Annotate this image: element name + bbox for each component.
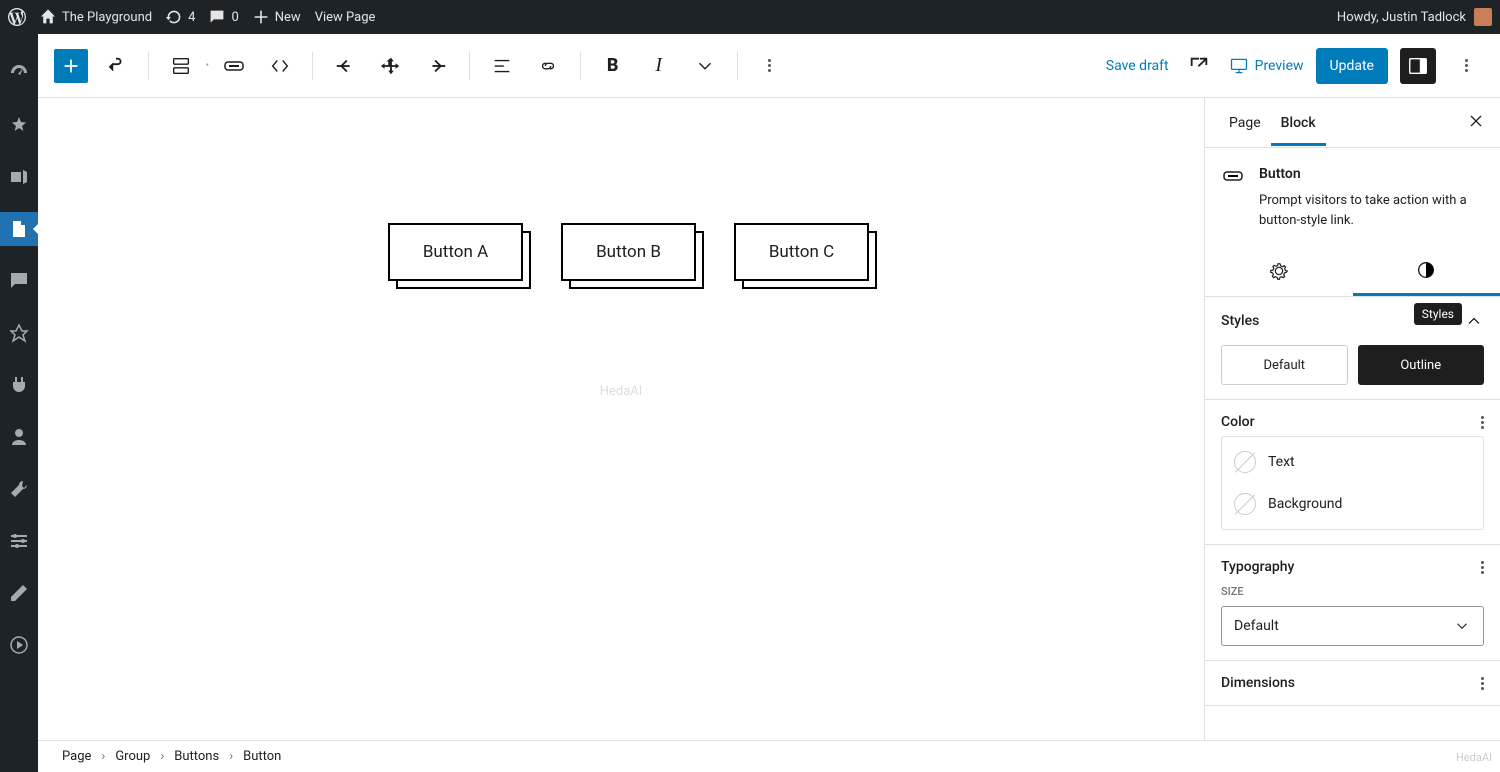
footer-watermark: HedaAI [1456, 751, 1492, 764]
block-description: Prompt visitors to take action with a bu… [1259, 191, 1484, 230]
menu-appearance[interactable] [0, 316, 38, 350]
menu-dashboard[interactable] [0, 56, 38, 90]
howdy-text[interactable]: Howdy, Justin Tadlock [1337, 10, 1466, 25]
block-breadcrumb: Page Group Buttons Button [38, 740, 1500, 772]
tab-page[interactable]: Page [1219, 101, 1271, 145]
menu-users[interactable] [0, 420, 38, 454]
dimensions-panel-head[interactable]: Dimensions [1221, 675, 1484, 691]
settings-toggle-button[interactable] [1400, 48, 1436, 84]
chevron-up-icon [1464, 311, 1484, 331]
styles-panel-toggle[interactable]: Styles Styles [1221, 311, 1484, 331]
refresh-icon [166, 9, 182, 25]
button-block-icon [1221, 164, 1245, 188]
new-link[interactable]: New [253, 9, 301, 25]
admin-bar: The Playground 4 0 New View Page Howdy, … [0, 0, 1500, 34]
color-options-button[interactable] [1481, 416, 1484, 429]
close-sidebar-button[interactable] [1466, 111, 1486, 135]
site-name: The Playground [62, 10, 152, 25]
menu-pin[interactable] [0, 108, 38, 142]
editor-canvas[interactable]: Button A Button B Button C HedaAI [38, 98, 1204, 740]
size-label: Size [1221, 585, 1484, 598]
menu-comments[interactable] [0, 264, 38, 298]
crumb-page[interactable]: Page [62, 749, 91, 764]
color-background-button[interactable]: Background [1234, 483, 1471, 525]
empty-swatch-icon [1234, 493, 1256, 515]
menu-edit[interactable] [0, 576, 38, 610]
updates-link[interactable]: 4 [166, 9, 195, 25]
block-name: Button [1259, 164, 1484, 185]
dimensions-options-button[interactable] [1481, 677, 1484, 690]
menu-play[interactable] [0, 628, 38, 662]
styles-tooltip: Styles [1414, 303, 1462, 325]
open-new-tab-button[interactable] [1181, 48, 1217, 84]
size-select[interactable]: Default [1221, 606, 1484, 646]
comments-count: 0 [231, 10, 238, 25]
typography-options-button[interactable] [1481, 561, 1484, 574]
button-a[interactable]: Button A [388, 223, 523, 281]
comments-link[interactable]: 0 [209, 9, 238, 25]
block-options-button[interactable] [752, 48, 788, 84]
plus-icon [253, 9, 269, 25]
update-button[interactable]: Update [1316, 48, 1388, 84]
move-right-button[interactable] [419, 48, 455, 84]
preview-button[interactable]: Preview [1229, 56, 1304, 76]
site-link[interactable]: The Playground [40, 9, 152, 25]
editor-options-button[interactable] [1448, 48, 1484, 84]
crumb-group[interactable]: Group [115, 749, 150, 764]
subtab-settings[interactable] [1205, 246, 1353, 296]
undo-button[interactable] [98, 48, 134, 84]
block-button-type[interactable] [216, 48, 252, 84]
tab-block[interactable]: Block [1271, 101, 1326, 146]
subtab-styles[interactable] [1353, 246, 1500, 296]
italic-button[interactable]: I [641, 48, 677, 84]
empty-swatch-icon [1234, 451, 1256, 473]
link-button[interactable] [530, 48, 566, 84]
move-left-button[interactable] [327, 48, 363, 84]
desktop-icon [1229, 56, 1249, 76]
style-outline[interactable]: Outline [1358, 345, 1485, 385]
wp-logo[interactable] [8, 8, 26, 26]
menu-tools[interactable] [0, 472, 38, 506]
menu-plugins[interactable] [0, 368, 38, 402]
watermark: HedaAI [600, 384, 643, 399]
gear-icon [1268, 260, 1290, 282]
align-button[interactable] [484, 48, 520, 84]
chevron-down-icon [1453, 617, 1471, 635]
color-text-button[interactable]: Text [1234, 441, 1471, 483]
button-c[interactable]: Button C [734, 223, 869, 281]
menu-media[interactable] [0, 160, 38, 194]
comment-icon [209, 9, 225, 25]
view-page-link[interactable]: View Page [315, 10, 376, 25]
style-default[interactable]: Default [1221, 345, 1348, 385]
avatar[interactable] [1474, 8, 1492, 26]
buttons-block: Button A Button B Button C [388, 223, 869, 281]
bold-button[interactable]: B [595, 48, 631, 84]
save-draft-button[interactable]: Save draft [1106, 58, 1169, 74]
more-format-button[interactable] [687, 48, 723, 84]
settings-sidebar: Page Block Button Prompt visitors to tak… [1204, 98, 1500, 740]
block-inserter-button[interactable] [54, 49, 88, 83]
button-b[interactable]: Button B [561, 223, 696, 281]
typography-panel-head: Typography [1221, 559, 1484, 575]
drag-handle[interactable] [373, 48, 409, 84]
menu-pages[interactable] [0, 212, 38, 246]
updates-count: 4 [188, 10, 195, 25]
crumb-buttons[interactable]: Buttons [174, 749, 219, 764]
new-label: New [275, 10, 301, 25]
menu-settings[interactable] [0, 524, 38, 558]
color-panel-head: Color [1221, 414, 1484, 430]
contrast-icon [1415, 259, 1437, 281]
editor-toolbar: · B I Save draft Preview Update [38, 34, 1500, 98]
toolbar-dot: · [205, 55, 210, 76]
admin-menu [0, 34, 38, 772]
home-icon [40, 9, 56, 25]
block-group-button[interactable] [163, 48, 199, 84]
crumb-button[interactable]: Button [243, 749, 281, 764]
block-nav-button[interactable] [262, 48, 298, 84]
